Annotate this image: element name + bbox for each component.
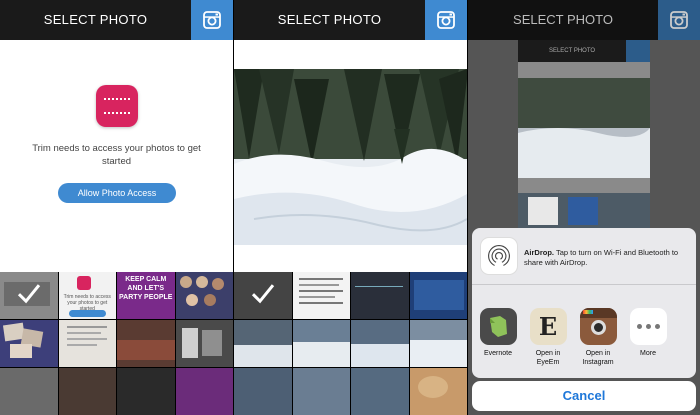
allow-photo-access-button[interactable]: Allow Photo Access — [58, 183, 176, 203]
share-app-label: More — [640, 350, 656, 357]
mini-photo-strip — [518, 193, 650, 233]
share-app-label: Open in EyeEm — [535, 350, 561, 366]
photo-thumb[interactable] — [117, 320, 175, 367]
more-icon — [629, 308, 667, 345]
photo-thumb[interactable] — [58, 368, 116, 415]
cancel-button[interactable]: Cancel — [472, 381, 696, 411]
share-instagram[interactable]: Open in Instagram — [578, 308, 618, 378]
page-title: SELECT PHOTO — [513, 12, 613, 27]
photo-thumb[interactable] — [234, 368, 292, 415]
photo-thumb[interactable] — [234, 320, 292, 367]
permission-content: Trim needs to access your photos to get … — [0, 40, 233, 272]
page-title: SELECT PHOTO — [277, 12, 382, 27]
photo-thumb[interactable] — [58, 320, 116, 367]
mini-screen-preview: SELECT PHOTO — [518, 40, 650, 240]
mini-photo — [518, 78, 650, 178]
photo-grid: Trim needs to access your photos to get … — [0, 272, 233, 415]
photo-thumb[interactable] — [292, 320, 350, 367]
trim-permission-screen: SELECT PHOTO Trim needs to access your p… — [0, 0, 233, 415]
airdrop-icon — [480, 237, 518, 275]
photo-thumb[interactable] — [0, 320, 58, 367]
share-app-label: Open in Instagram — [582, 350, 614, 366]
mini-top-bar: SELECT PHOTO — [518, 40, 650, 62]
photo-thumb[interactable] — [0, 272, 58, 319]
photo-thumb[interactable] — [351, 272, 409, 319]
photo-thumb[interactable] — [0, 368, 58, 415]
instagram-icon — [437, 11, 455, 29]
airdrop-description: AirDrop. Tap to turn on Wi-Fi and Blueto… — [524, 248, 688, 268]
photo-preview-screen: SELECT PHOTO — [234, 0, 467, 415]
eyeem-icon: E — [529, 308, 567, 345]
mini-instagram-icon — [626, 40, 650, 62]
photo-thumb[interactable] — [117, 368, 175, 415]
access-message: Trim needs to access your photos to get … — [32, 143, 201, 167]
share-apps-row: Evernote E Open in EyeEm Open in Instagr… — [472, 308, 696, 378]
page-title: SELECT PHOTO — [43, 12, 148, 27]
selected-photo — [234, 69, 467, 245]
share-sheet-screen: SELECT PHOTO SELECT PHOTO AirDrop. Tap t… — [468, 0, 700, 415]
top-bar: SELECT PHOTO — [0, 0, 233, 40]
share-sheet: AirDrop. Tap to turn on Wi-Fi and Blueto… — [472, 228, 696, 378]
photo-thumb[interactable] — [409, 320, 467, 367]
instagram-button[interactable] — [191, 0, 233, 40]
photo-thumb[interactable] — [351, 320, 409, 367]
photo-thumb[interactable] — [292, 368, 350, 415]
photo-thumb[interactable] — [234, 272, 292, 319]
thumb-caption: KEEP CALM AND LET'S PARTY PEOPLE — [119, 276, 173, 301]
photo-thumb[interactable]: KEEP CALM AND LET'S PARTY PEOPLE — [117, 272, 175, 319]
evernote-icon — [479, 308, 517, 345]
preview-area — [234, 40, 467, 272]
photo-thumb[interactable] — [175, 320, 233, 367]
photo-thumb[interactable] — [409, 272, 467, 319]
airdrop-title: AirDrop. — [524, 248, 554, 257]
photo-thumb[interactable]: Trim needs to access your photos to get … — [58, 272, 116, 319]
instagram-button[interactable] — [658, 0, 700, 40]
airdrop-row[interactable]: AirDrop. Tap to turn on Wi-Fi and Blueto… — [472, 228, 696, 285]
instagram-icon — [203, 11, 221, 29]
instagram-icon — [670, 11, 688, 29]
instagram-button[interactable] — [425, 0, 467, 40]
instagram-icon — [579, 308, 617, 345]
mini-title: SELECT PHOTO — [548, 48, 596, 54]
photo-thumb[interactable] — [409, 368, 467, 415]
photo-thumb[interactable] — [175, 368, 233, 415]
photo-thumb[interactable] — [175, 272, 233, 319]
checkmark-icon — [17, 283, 40, 303]
trim-app-icon — [96, 85, 138, 127]
share-app-label: Evernote — [483, 350, 513, 357]
share-eyeem[interactable]: E Open in EyeEm — [528, 308, 568, 378]
photo-thumb[interactable] — [351, 368, 409, 415]
photo-thumb[interactable] — [292, 272, 350, 319]
top-bar: SELECT PHOTO — [234, 0, 467, 40]
photo-grid — [234, 272, 467, 415]
share-evernote[interactable]: Evernote — [478, 308, 518, 378]
checkmark-icon — [251, 283, 274, 303]
top-bar: SELECT PHOTO — [468, 0, 700, 40]
share-more[interactable]: More — [628, 308, 668, 378]
